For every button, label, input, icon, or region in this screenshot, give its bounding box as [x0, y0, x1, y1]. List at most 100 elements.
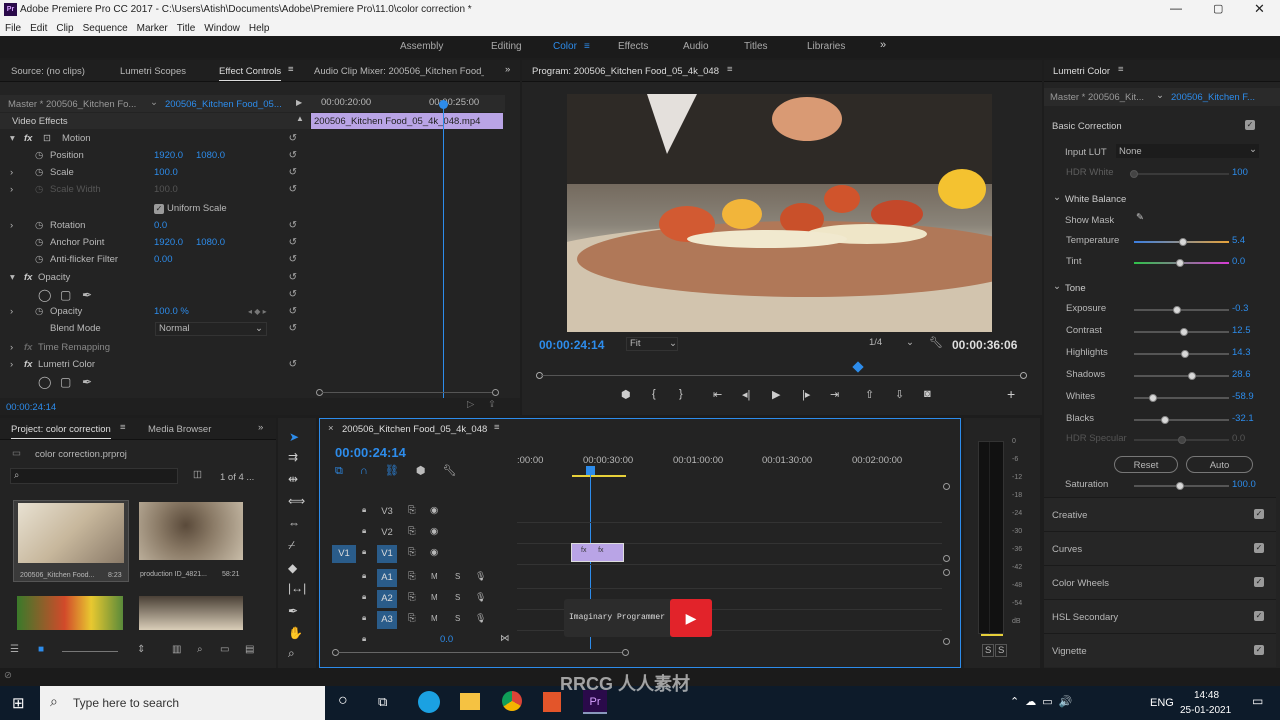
project-search-input[interactable]: ⌕	[10, 468, 178, 484]
section-checkbox[interactable]: ✓	[1254, 509, 1264, 519]
lock-icon[interactable]: 🔒︎	[362, 571, 366, 581]
tab-lumetri-scopes[interactable]: Lumetri Scopes	[120, 66, 186, 77]
track-name[interactable]: A3	[377, 611, 397, 629]
project-item[interactable]	[17, 596, 123, 630]
tint-slider[interactable]	[1134, 259, 1229, 267]
filter-icon[interactable]: ▷	[467, 399, 474, 410]
more-tabs-icon[interactable]: »	[505, 64, 510, 75]
file-explorer-icon[interactable]	[460, 693, 480, 710]
playhead-handle[interactable]	[439, 100, 448, 109]
reset-icon[interactable]: ↺	[289, 272, 297, 283]
clock-date[interactable]: 25-01-2021	[1180, 705, 1231, 716]
lumetri-clip[interactable]: 200506_Kitchen F...	[1171, 92, 1255, 103]
slider-knob[interactable]	[1177, 436, 1186, 444]
resolution-select[interactable]: 1/4 ⌄	[866, 337, 916, 351]
chevron-down-icon[interactable]: ⌄	[1053, 281, 1061, 292]
solo-icon[interactable]: S	[455, 572, 460, 581]
cortana-icon[interactable]: ○	[338, 692, 348, 710]
white-balance-header[interactable]: White Balance	[1065, 194, 1126, 205]
reset-button[interactable]: Reset	[1114, 456, 1178, 473]
section-hsl-secondary[interactable]: HSL Secondary ✓	[1044, 599, 1276, 633]
anchor-value[interactable]: 1920.0	[154, 237, 183, 248]
ellipse-mask-icon[interactable]: ◯	[38, 375, 51, 389]
slider-value[interactable]: 0.0	[1232, 256, 1245, 267]
section-vignette[interactable]: Vignette ✓	[1044, 633, 1276, 667]
lock-icon[interactable]: 🔒︎	[362, 613, 366, 623]
sync-lock-icon[interactable]: ⎘	[408, 571, 416, 582]
project-item[interactable]: 200506_Kitchen Food... 8:23	[13, 500, 129, 582]
section-checkbox[interactable]: ✓	[1254, 611, 1264, 621]
work-area-bar[interactable]	[572, 475, 626, 477]
reset-icon[interactable]: ↺	[289, 237, 297, 248]
language-indicator[interactable]: ENG	[1150, 697, 1174, 709]
marker-icon[interactable]: ⬢	[621, 388, 631, 401]
rolling-edit-icon[interactable]: ⟺	[288, 494, 305, 508]
lock-icon[interactable]: 🔒︎	[362, 505, 366, 515]
basic-correction-header[interactable]: Basic Correction	[1052, 121, 1122, 132]
track-name[interactable]: V2	[377, 524, 397, 542]
source-patch[interactable]: V1	[332, 545, 356, 563]
program-timecode[interactable]: 00:00:24:14	[539, 338, 604, 352]
stopwatch-icon[interactable]: ◷	[35, 254, 43, 265]
stopwatch-icon[interactable]: ◷	[35, 184, 43, 195]
stopwatch-icon[interactable]: ◷	[35, 237, 43, 248]
pen-mask-icon[interactable]: ✒	[82, 288, 92, 302]
slider-knob[interactable]	[1179, 238, 1188, 246]
saturation-slider[interactable]	[1134, 482, 1229, 490]
workspace-effects[interactable]: Effects	[618, 41, 683, 52]
slider-value[interactable]: 28.6	[1232, 369, 1251, 380]
reset-icon[interactable]: ↺	[289, 150, 297, 161]
slider-knob[interactable]	[1187, 372, 1196, 380]
rect-mask-icon[interactable]: ▢	[60, 288, 71, 302]
section-color-wheels[interactable]: Color Wheels ✓	[1044, 565, 1276, 599]
razor-icon[interactable]: ⌿	[288, 538, 295, 553]
clip-selector[interactable]: 200506_Kitchen Food_05...	[165, 99, 282, 110]
twirl-icon[interactable]: ›	[10, 220, 13, 231]
whites-slider[interactable]	[1134, 394, 1229, 402]
tab-audio-clip-mixer[interactable]: Audio Clip Mixer: 200506_Kitchen Food_(	[314, 66, 484, 77]
twirl-icon[interactable]: ›	[10, 342, 13, 353]
automate-icon[interactable]: ▥	[172, 644, 181, 655]
panel-menu-icon[interactable]: ≡	[120, 422, 126, 433]
office-icon[interactable]	[543, 692, 561, 712]
master-value[interactable]: 0.0	[440, 634, 453, 645]
add-marker-icon[interactable]: ⬢	[416, 465, 426, 477]
stopwatch-icon[interactable]: ◷	[35, 306, 43, 317]
eye-icon[interactable]: ◉	[430, 526, 438, 537]
reset-icon[interactable]: ↺	[289, 167, 297, 178]
twirl-icon[interactable]: ›	[10, 167, 13, 178]
play-only-icon[interactable]: ▶	[296, 98, 302, 107]
lock-icon[interactable]: 🔒︎	[362, 526, 366, 536]
hand-icon[interactable]: ✋	[288, 626, 303, 640]
new-item-icon[interactable]: ▤	[245, 644, 254, 655]
new-bin-icon[interactable]: ◫	[193, 469, 202, 480]
camera-icon[interactable]: ◙	[924, 388, 931, 400]
ec-timecode[interactable]: 00:00:24:14	[6, 402, 56, 413]
lock-icon[interactable]: 🔒︎	[362, 592, 366, 602]
close-icon[interactable]: ×	[328, 423, 334, 434]
reset-icon[interactable]: ↺	[289, 133, 297, 144]
clip-bar[interactable]: 200506_Kitchen Food_05_4k_048.mp4	[311, 113, 503, 129]
zoom-select[interactable]: Fit ⌄	[626, 337, 678, 351]
eye-icon[interactable]: ◉	[430, 547, 438, 558]
reset-icon[interactable]: ↺	[289, 289, 297, 300]
reset-icon[interactable]: ↺	[289, 323, 297, 334]
section-curves[interactable]: Curves ✓	[1044, 531, 1276, 565]
workspace-assembly[interactable]: Assembly	[400, 41, 491, 52]
export-icon[interactable]: ⇪	[488, 399, 496, 410]
menu-title[interactable]: Title	[177, 23, 196, 34]
master-end-icon[interactable]: ⋈	[500, 633, 510, 644]
temperature-slider[interactable]	[1134, 238, 1229, 246]
eye-icon[interactable]: ◉	[430, 505, 438, 516]
lumetri-title[interactable]: Lumetri Color	[1053, 66, 1110, 77]
section-checkbox[interactable]: ✓	[1254, 577, 1264, 587]
close-icon[interactable]: ✕	[1254, 1, 1265, 17]
playhead-handle[interactable]	[586, 466, 595, 475]
snap-icon[interactable]: ∩	[360, 465, 368, 477]
reset-icon[interactable]: ↺	[289, 359, 297, 370]
mark-out-icon[interactable]: }	[679, 388, 683, 400]
sort-icon[interactable]: ⇕	[137, 644, 145, 655]
clock-time[interactable]: 14:48	[1194, 690, 1219, 701]
add-button-icon[interactable]: +	[1007, 386, 1015, 402]
stopwatch-icon[interactable]: ◷	[35, 167, 43, 178]
